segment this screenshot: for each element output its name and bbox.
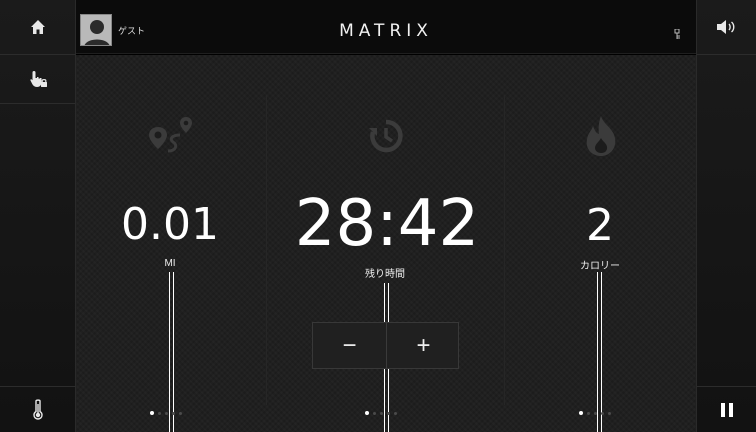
key-icon bbox=[674, 26, 682, 44]
rail-divider bbox=[0, 103, 75, 104]
touch-lock-icon bbox=[29, 71, 47, 87]
page-dot bbox=[365, 411, 369, 415]
distance-unit-label: MI bbox=[164, 258, 176, 269]
route-map-icon bbox=[146, 115, 196, 162]
flame-icon bbox=[581, 114, 621, 163]
decrease-button[interactable]: − bbox=[313, 323, 386, 368]
page-dot bbox=[601, 411, 604, 415]
increase-button[interactable]: + bbox=[387, 323, 460, 368]
page-dot bbox=[179, 411, 182, 415]
left-rail bbox=[0, 0, 76, 432]
user-silhouette-icon bbox=[81, 15, 111, 45]
column-divider bbox=[504, 95, 505, 405]
page-dot bbox=[158, 411, 161, 415]
timer-icon bbox=[366, 116, 406, 161]
avatar[interactable] bbox=[80, 14, 112, 46]
page-indicator bbox=[150, 411, 182, 415]
page-dot bbox=[387, 411, 390, 415]
volume-button[interactable] bbox=[697, 0, 756, 54]
page-dot bbox=[587, 411, 590, 415]
home-icon bbox=[30, 20, 45, 34]
column-divider bbox=[266, 95, 267, 405]
calories-value: 2 bbox=[586, 200, 614, 251]
touch-lock-button[interactable] bbox=[0, 55, 75, 103]
pause-icon bbox=[720, 402, 733, 417]
page-dot bbox=[172, 411, 175, 415]
page-indicator bbox=[365, 411, 397, 415]
page-dot bbox=[579, 411, 583, 415]
page-dot bbox=[380, 411, 383, 415]
page-dot bbox=[150, 411, 154, 415]
right-rail bbox=[696, 0, 756, 432]
user-name: ゲスト bbox=[118, 26, 146, 36]
page-dot bbox=[394, 411, 397, 415]
rail-divider bbox=[697, 54, 756, 55]
brand-logo: MATRIX bbox=[339, 21, 433, 41]
page-dot bbox=[373, 411, 376, 415]
distance-progress-bar bbox=[169, 272, 174, 432]
time-remaining-label: 残り時間 bbox=[365, 269, 405, 280]
time-stepper: − + bbox=[312, 322, 459, 369]
time-remaining-value: 28:42 bbox=[294, 187, 480, 261]
calories-progress-bar bbox=[597, 272, 602, 432]
volume-icon bbox=[716, 20, 734, 34]
distance-value: 0.01 bbox=[121, 199, 219, 250]
thermometer-icon bbox=[32, 398, 43, 420]
pause-button[interactable] bbox=[697, 387, 756, 432]
page-dot bbox=[594, 411, 597, 415]
temperature-button[interactable] bbox=[0, 387, 75, 432]
home-button[interactable] bbox=[0, 0, 75, 54]
page-indicator bbox=[579, 411, 611, 415]
page-dot bbox=[608, 411, 611, 415]
calories-label: カロリー bbox=[580, 261, 620, 272]
page-dot bbox=[165, 411, 168, 415]
